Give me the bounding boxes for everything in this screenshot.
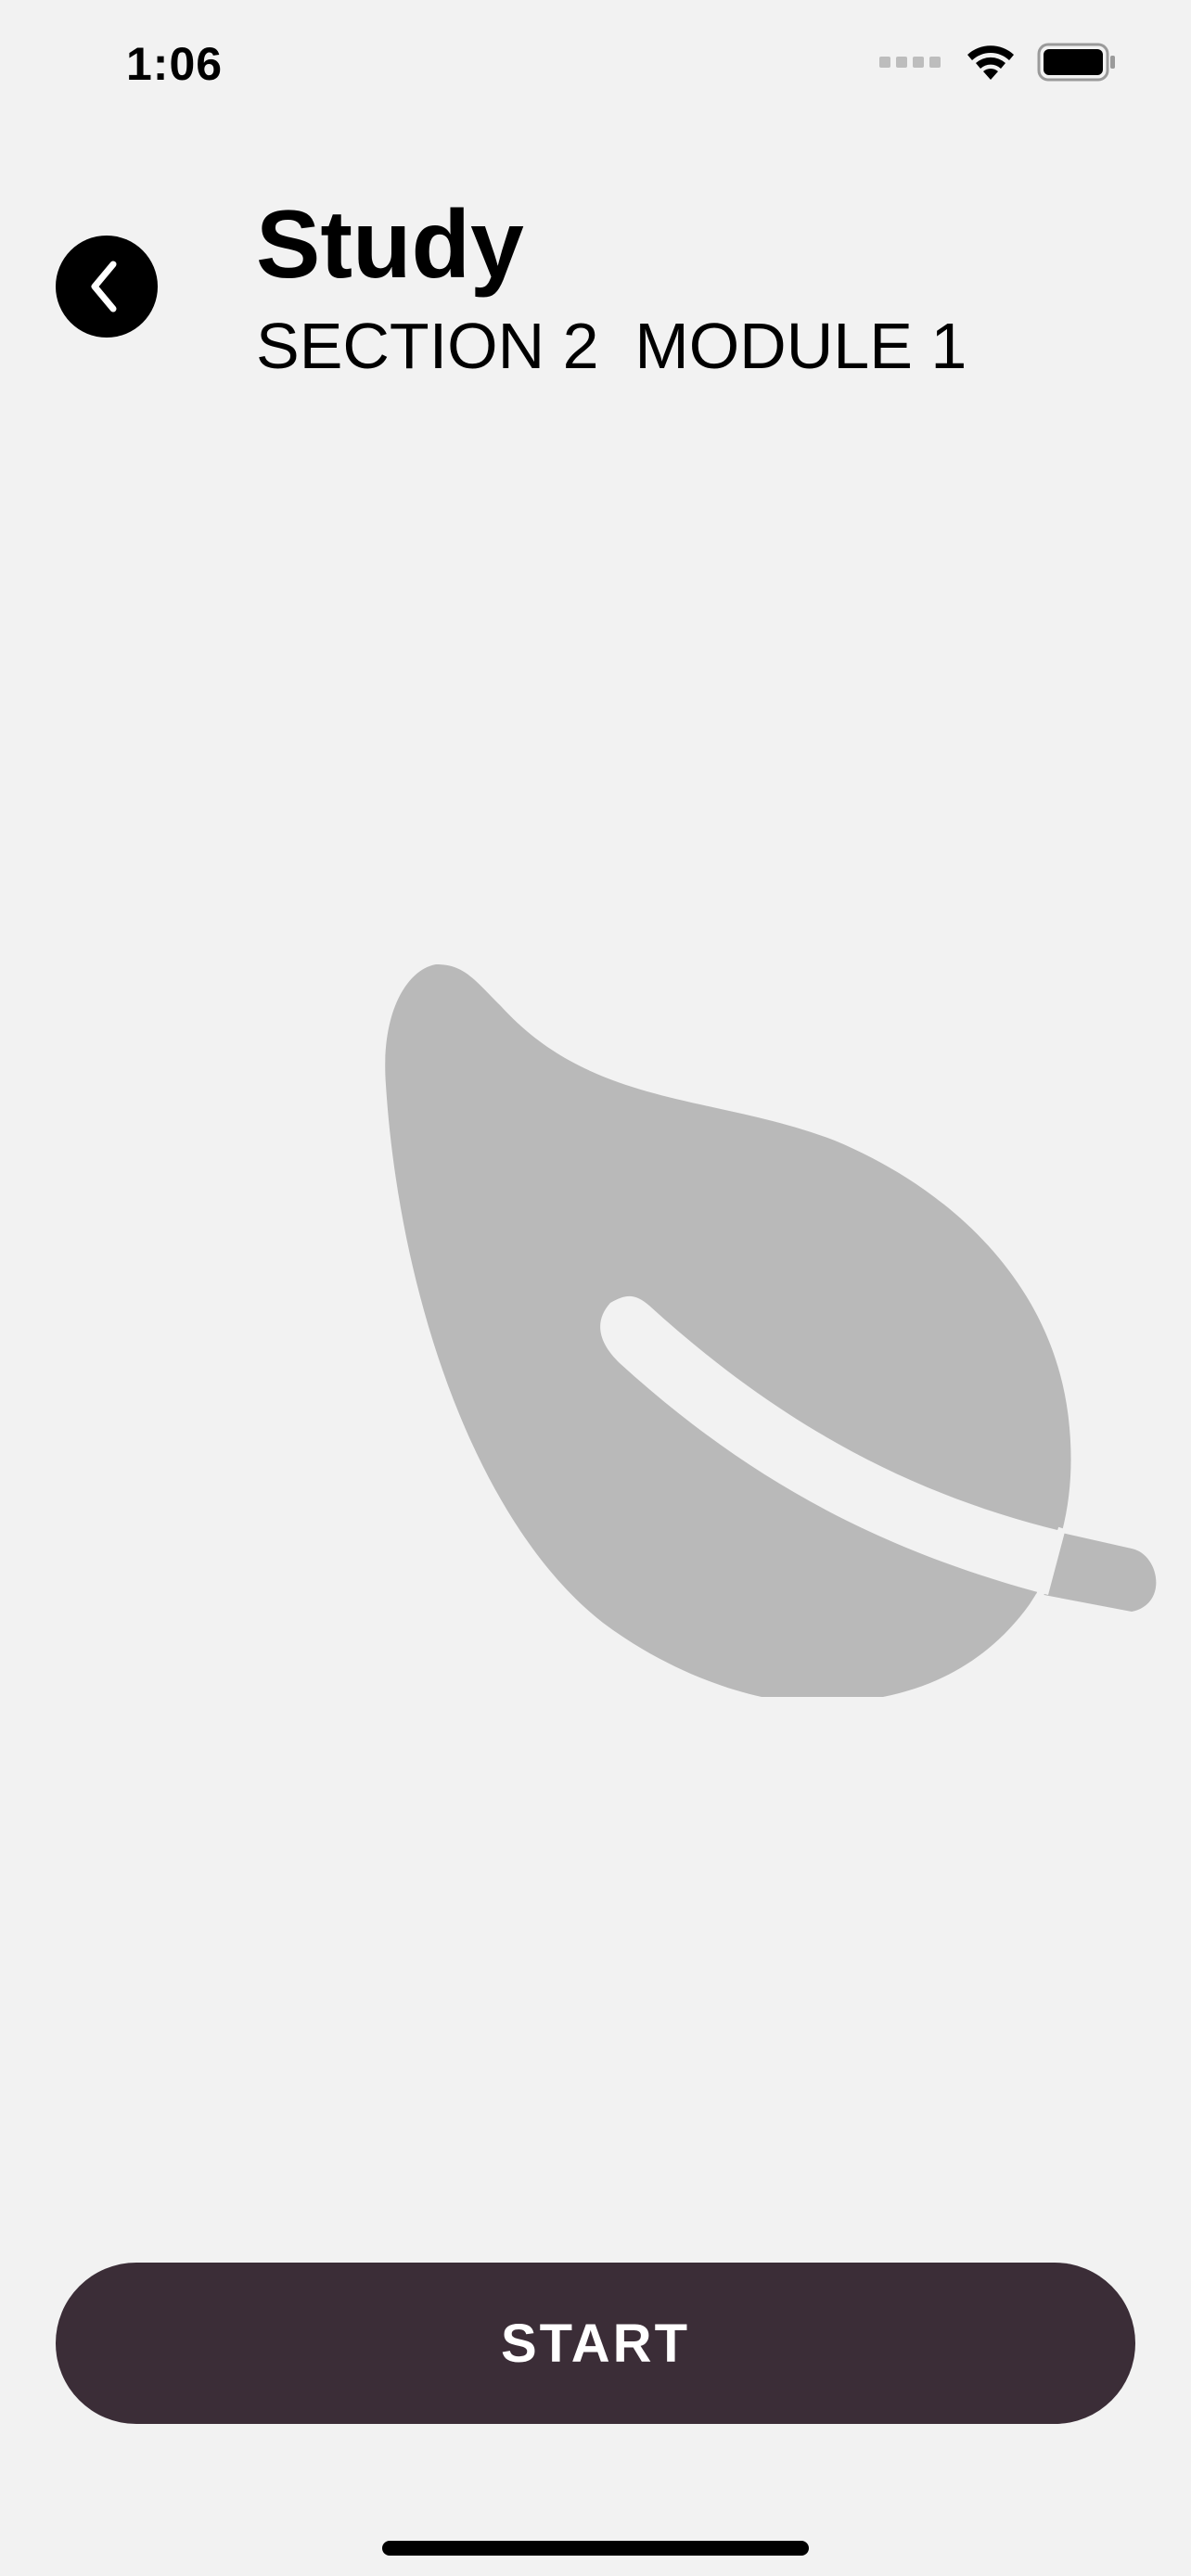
- leaf-icon: [385, 964, 1157, 1697]
- back-button[interactable]: [56, 236, 158, 338]
- signal-dots-icon: [879, 57, 941, 68]
- status-icons: [879, 43, 1117, 82]
- status-time: 1:06: [126, 38, 224, 90]
- page-subtitle: SECTION 2 MODULE 1: [256, 310, 967, 382]
- start-button[interactable]: START: [56, 2263, 1135, 2424]
- page-title: Study: [256, 191, 524, 299]
- battery-icon: [1037, 43, 1115, 82]
- status-bar: 1:06: [0, 0, 1191, 130]
- chevron-left-icon: [91, 261, 117, 312]
- wifi-icon: [967, 45, 1014, 80]
- home-indicator[interactable]: [382, 2541, 809, 2556]
